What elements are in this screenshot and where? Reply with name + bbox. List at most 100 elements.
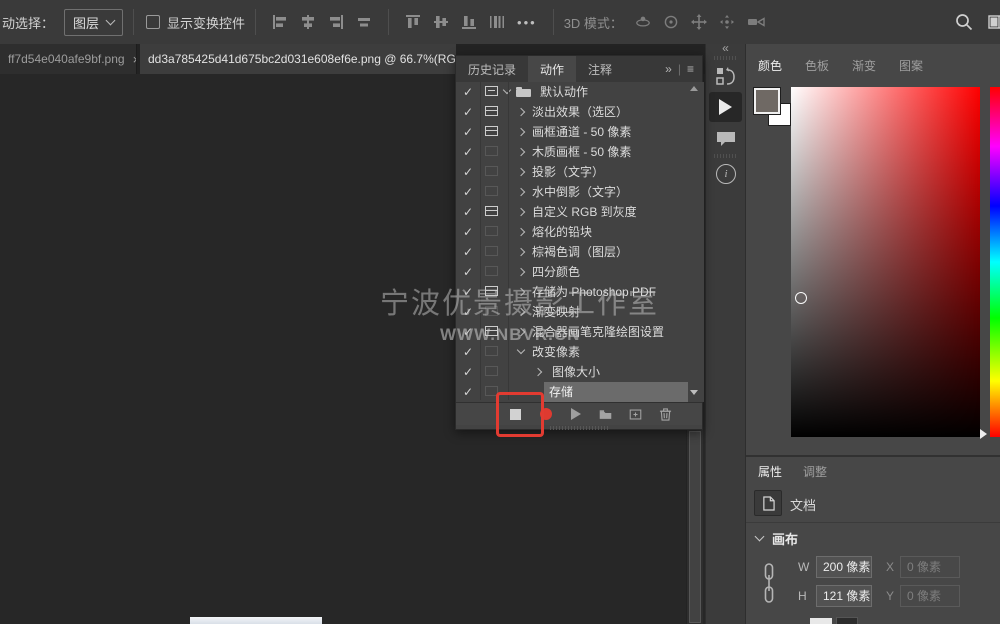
expand-chevron-icon[interactable]	[517, 346, 525, 354]
expand-chevron-icon[interactable]	[517, 148, 525, 156]
foreground-color-swatch[interactable]	[754, 88, 780, 114]
action-row[interactable]: ✓画框通道 - 50 像素	[456, 122, 704, 142]
action-row[interactable]: ✓图像大小	[456, 362, 704, 382]
expand-chevron-icon[interactable]	[517, 128, 525, 136]
dialog-toggle-icon[interactable]	[485, 326, 498, 336]
dialog-toggle-icon[interactable]	[485, 246, 498, 256]
tab-patterns[interactable]: 图案	[899, 57, 923, 74]
more-options-icon[interactable]: •••	[517, 15, 537, 30]
tab-actions[interactable]: 动作	[528, 56, 576, 82]
action-row[interactable]: ✓木质画框 - 50 像素	[456, 142, 704, 162]
x-input[interactable]: 0 像素	[900, 556, 960, 578]
action-row[interactable]: ✓淡出效果（选区）	[456, 102, 704, 122]
hue-slider[interactable]	[990, 87, 1000, 437]
canvas-vertical-scrollbar[interactable]	[686, 430, 703, 624]
dialog-toggle-icon[interactable]	[485, 86, 498, 96]
width-input[interactable]: 200 像素	[816, 556, 872, 578]
expand-chevron-icon[interactable]	[534, 368, 542, 376]
dialog-toggle-icon[interactable]	[485, 166, 498, 176]
action-enabled-check[interactable]: ✓	[463, 222, 473, 242]
height-input[interactable]: 121 像素	[816, 585, 872, 607]
action-enabled-check[interactable]: ✓	[463, 162, 473, 182]
info-panel-icon[interactable]: i	[716, 164, 736, 184]
actions-panel-dock-button[interactable]	[709, 92, 742, 122]
align-left-edges-icon[interactable]	[272, 14, 288, 30]
new-set-button[interactable]	[599, 408, 612, 421]
action-enabled-check[interactable]: ✓	[463, 342, 473, 362]
dialog-toggle-icon[interactable]	[485, 366, 498, 376]
expand-chevron-icon[interactable]	[517, 228, 525, 236]
dialog-toggle-icon[interactable]	[485, 266, 498, 276]
dialog-toggle-icon[interactable]	[485, 306, 498, 316]
action-row[interactable]: ✓渐变映射	[456, 302, 704, 322]
action-row[interactable]: ✓投影（文字）	[456, 162, 704, 182]
action-enabled-check[interactable]: ✓	[463, 142, 473, 162]
expand-chevron-icon[interactable]	[517, 268, 525, 276]
dialog-toggle-icon[interactable]	[485, 286, 498, 296]
action-enabled-check[interactable]: ✓	[463, 322, 473, 342]
action-row[interactable]: ✓存储	[456, 382, 704, 402]
scroll-up-arrow-icon[interactable]	[690, 86, 698, 91]
expand-chevron-icon[interactable]	[517, 168, 525, 176]
search-icon[interactable]	[954, 12, 974, 32]
dialog-toggle-icon[interactable]	[485, 346, 498, 356]
action-enabled-check[interactable]: ✓	[463, 262, 473, 282]
play-button[interactable]	[569, 408, 582, 421]
action-row[interactable]: ✓存储为 Photoshop PDF	[456, 282, 704, 302]
pan-3d-camera-icon[interactable]	[691, 14, 707, 30]
tab-history[interactable]: 历史记录	[456, 56, 528, 82]
tab-swatches[interactable]: 色板	[805, 57, 829, 74]
action-enabled-check[interactable]: ✓	[463, 202, 473, 222]
expand-chevron-icon[interactable]	[517, 208, 525, 216]
tab-properties[interactable]: 属性	[758, 463, 782, 480]
align-vertical-centers-icon[interactable]	[433, 14, 449, 30]
action-enabled-check[interactable]: ✓	[463, 102, 473, 122]
collapse-panel-icon[interactable]: »	[665, 62, 672, 76]
y-input[interactable]: 0 像素	[900, 585, 960, 607]
dock-grip[interactable]	[714, 56, 737, 60]
action-enabled-check[interactable]: ✓	[463, 182, 473, 202]
orbit-3d-camera-icon[interactable]	[635, 14, 651, 30]
expand-chevron-icon[interactable]	[517, 248, 525, 256]
action-row[interactable]: ✓自定义 RGB 到灰度	[456, 202, 704, 222]
action-row[interactable]: ✓改变像素	[456, 342, 704, 362]
delete-button[interactable]	[659, 408, 672, 421]
action-enabled-check[interactable]: ✓	[463, 242, 473, 262]
tab-notes[interactable]: 注释	[576, 56, 624, 82]
expand-chevron-icon[interactable]	[517, 288, 525, 296]
tab-color[interactable]: 颜色	[758, 57, 782, 74]
action-row[interactable]: ✓棕褐色调（图层）	[456, 242, 704, 262]
notes-panel-icon[interactable]	[715, 130, 737, 148]
action-row[interactable]: ✓默认动作	[456, 82, 704, 102]
distribute-vertical-icon[interactable]	[489, 14, 505, 30]
expand-chevron-icon[interactable]	[517, 188, 525, 196]
scrollbar-thumb[interactable]	[689, 431, 701, 623]
scroll-down-arrow-icon[interactable]	[690, 390, 698, 395]
action-enabled-check[interactable]: ✓	[463, 122, 473, 142]
collapse-dock-icon[interactable]: «	[706, 41, 745, 55]
align-bottom-edges-icon[interactable]	[461, 14, 477, 30]
action-row[interactable]: ✓混合器画笔克隆绘图设置	[456, 322, 704, 342]
expand-chevron-icon[interactable]	[503, 86, 511, 94]
canvas-extension-swatch[interactable]	[836, 617, 858, 624]
hue-slider-pointer[interactable]	[980, 429, 987, 439]
dialog-toggle-icon[interactable]	[485, 206, 498, 216]
action-row[interactable]: ✓水中倒影（文字）	[456, 182, 704, 202]
dock-grip[interactable]	[714, 154, 737, 158]
tab-gradients[interactable]: 渐变	[852, 57, 876, 74]
history-panel-icon[interactable]	[715, 66, 737, 88]
action-row[interactable]: ✓四分颜色	[456, 262, 704, 282]
auto-select-dropdown[interactable]: 图层	[64, 9, 123, 36]
dialog-toggle-icon[interactable]	[485, 126, 498, 136]
action-enabled-check[interactable]: ✓	[463, 362, 473, 382]
action-enabled-check[interactable]: ✓	[463, 382, 473, 402]
dialog-toggle-icon[interactable]	[485, 186, 498, 196]
show-transform-checkbox[interactable]	[146, 15, 160, 29]
canvas-extension-swatch[interactable]	[810, 618, 832, 624]
dialog-toggle-icon[interactable]	[485, 226, 498, 236]
expand-chevron-icon[interactable]	[517, 108, 525, 116]
tab-adjustments[interactable]: 调整	[803, 463, 827, 480]
align-right-edges-icon[interactable]	[328, 14, 344, 30]
document-tab[interactable]: ff7d54e040afe9bf.png ×	[0, 44, 137, 74]
workspace-switcher-icon[interactable]	[988, 15, 1000, 29]
